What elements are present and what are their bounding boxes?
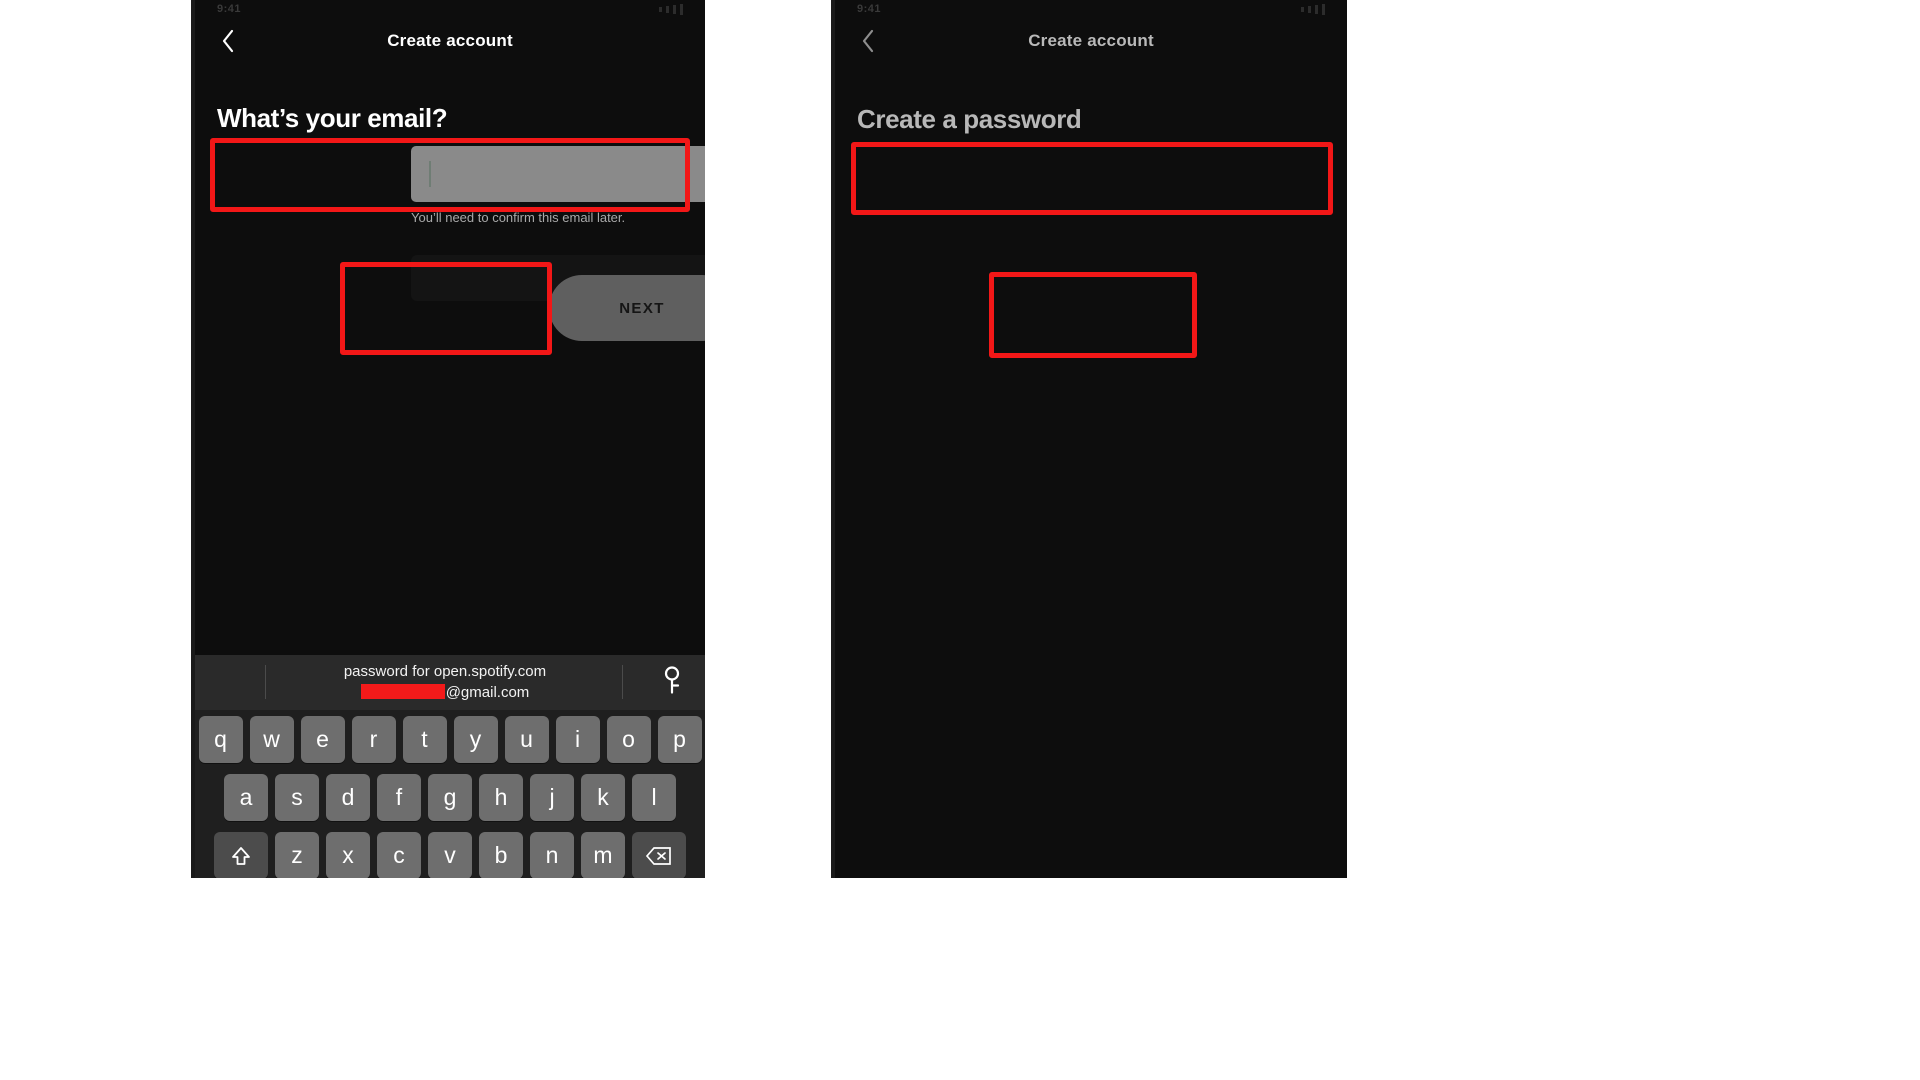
page-title: Create account [387,31,513,50]
battery-icon [680,3,683,15]
key-x[interactable]: x [326,832,370,878]
key-v[interactable]: v [428,832,472,878]
key-n[interactable]: n [530,832,574,878]
keyboard-row-2: a s d f g h j k l [198,774,702,821]
autofill-line-1: password for open.spotify.com [343,663,547,681]
keyboard-row-1: q w e r t y u i o p [198,716,702,763]
on-screen-keyboard[interactable]: q w e r t y u i o p a s d f g h j k l z … [195,710,705,878]
signal-icon-2 [1308,5,1311,13]
phone-screen-email-step: 9:41 Create account What’s your email? Y… [195,0,705,878]
key-a[interactable]: a [224,774,268,821]
key-o[interactable]: o [606,716,651,763]
delete-icon [646,846,671,865]
status-bar-indicators [1301,3,1325,15]
key-c[interactable]: c [377,832,421,878]
key-r[interactable]: r [351,716,396,763]
key-d[interactable]: d [326,774,370,821]
autofill-line-2: @gmail.com [275,682,615,702]
redacted-email-block [360,683,445,699]
key-p[interactable]: p [657,716,702,763]
key-j[interactable]: j [530,774,574,821]
wifi-icon [673,4,676,14]
key-e[interactable]: e [300,716,345,763]
email-helper-text: You’ll need to confirm this email later. [411,210,626,225]
key-i[interactable]: i [555,716,600,763]
autofill-suggestion-text[interactable]: password for open.spotify.com @gmail.com [195,663,705,702]
key-f[interactable]: f [377,774,421,821]
status-bar-time: 9:41 [217,3,242,15]
next-button[interactable]: NEXT [549,275,705,341]
phone-screen-password-step: 9:41 Create account Create a password qu… [835,0,1347,878]
shift-icon [232,846,250,865]
status-bar-indicators [659,3,683,15]
screenshot-canvas: 9:41 Create account What’s your email? Y… [0,0,1920,1080]
key-t[interactable]: t [402,716,447,763]
status-bar-left: 9:41 [195,0,705,18]
key-b[interactable]: b [479,832,523,878]
key-icon[interactable] [661,665,683,700]
key-u[interactable]: u [504,716,549,763]
autofill-email-suffix: @gmail.com [445,683,530,701]
wifi-icon [1315,4,1318,14]
text-caret [429,161,431,187]
signal-icon [659,6,662,12]
key-h[interactable]: h [479,774,523,821]
key-z[interactable]: z [275,832,319,878]
divider [622,665,623,699]
chevron-left-icon [862,29,874,53]
status-bar-right: 9:41 [835,0,1347,18]
back-button[interactable] [215,28,241,54]
delete-key[interactable] [632,832,686,878]
key-s[interactable]: s [275,774,319,821]
key-y[interactable]: y [453,716,498,763]
navigation-bar-right: Create account [835,18,1347,64]
signal-icon-2 [666,5,669,13]
key-g[interactable]: g [428,774,472,821]
key-m[interactable]: m [581,832,625,878]
divider [265,665,266,699]
key-l[interactable]: l [632,774,676,821]
key-w[interactable]: w [249,716,294,763]
back-button[interactable] [855,28,881,54]
email-step-heading: What’s your email? [217,103,448,133]
email-input[interactable] [411,146,705,202]
password-step-heading: Create a password [857,104,1082,134]
status-bar-time: 9:41 [857,3,882,15]
battery-icon [1322,3,1325,15]
page-title: Create account [1028,31,1154,50]
signal-icon [1301,6,1304,12]
shift-key[interactable] [214,832,268,878]
key-q[interactable]: q [198,716,243,763]
autofill-suggestion-bar[interactable]: password for open.spotify.com @gmail.com [195,655,705,710]
navigation-bar-left: Create account [195,18,705,64]
keyboard-row-3: z x c v b n m [198,832,702,878]
key-icon-glyph [664,665,680,694]
key-k[interactable]: k [581,774,625,821]
chevron-left-icon [222,29,234,53]
